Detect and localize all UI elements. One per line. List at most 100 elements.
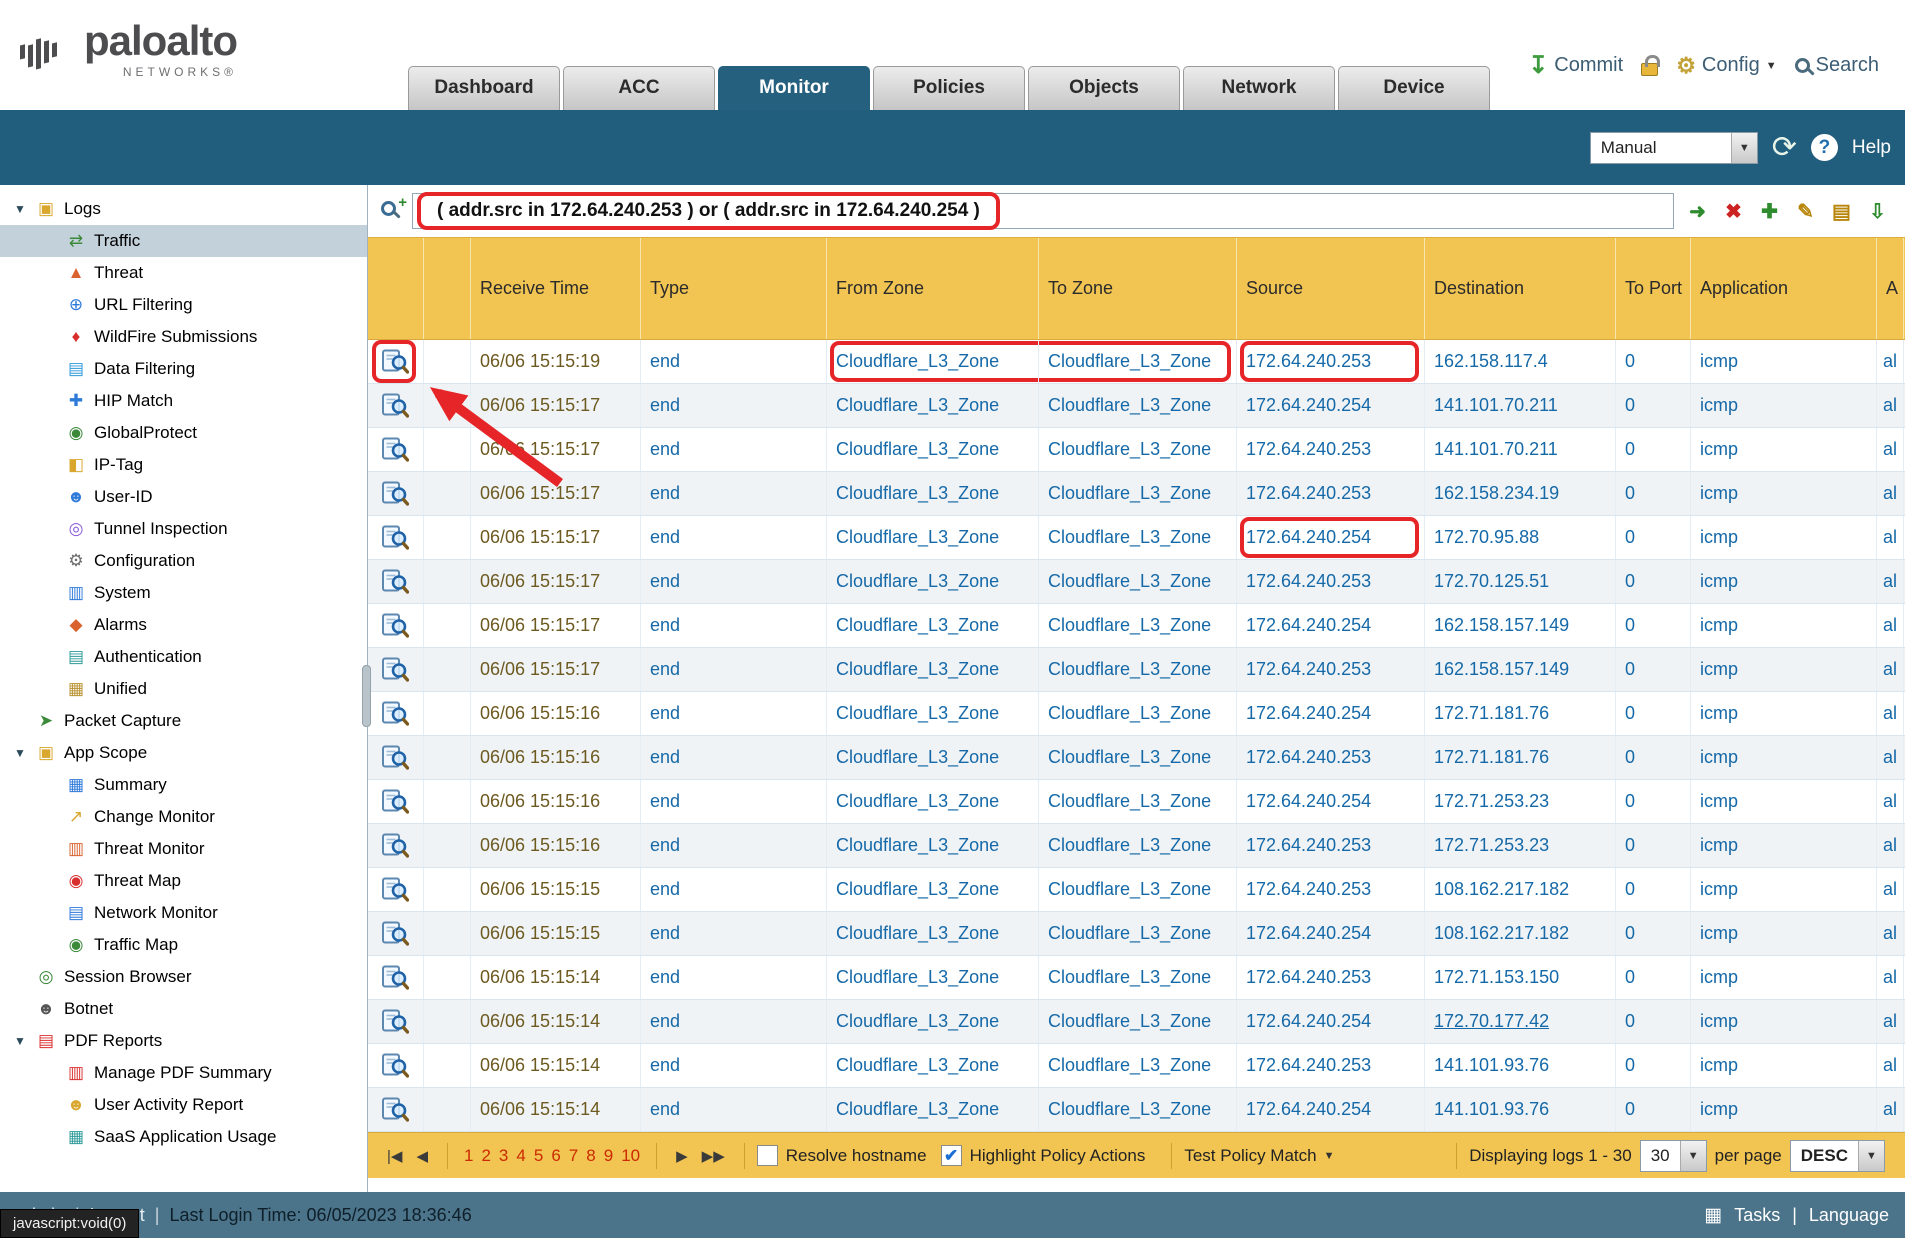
cell-to-zone[interactable]: Cloudflare_L3_Zone xyxy=(1039,472,1237,515)
tab-policies[interactable]: Policies xyxy=(873,66,1025,110)
cell-application[interactable]: icmp xyxy=(1691,868,1877,911)
log-detail-magnifier-icon[interactable] xyxy=(368,1000,424,1043)
log-detail-magnifier-icon[interactable] xyxy=(368,868,424,911)
sidebar-splitter-handle[interactable] xyxy=(362,665,371,727)
tab-network[interactable]: Network xyxy=(1183,66,1335,110)
column-header-from-zone[interactable]: From Zone xyxy=(827,238,1039,339)
cell-to-zone[interactable]: Cloudflare_L3_Zone xyxy=(1039,1044,1237,1087)
cell-from-zone[interactable]: Cloudflare_L3_Zone xyxy=(827,692,1039,735)
cell-application[interactable]: icmp xyxy=(1691,956,1877,999)
resolve-hostname-checkbox[interactable] xyxy=(757,1145,778,1166)
cell-source[interactable]: 172.64.240.253 xyxy=(1237,648,1425,691)
cell-to-port[interactable]: 0 xyxy=(1616,516,1691,559)
cell-source[interactable]: 172.64.240.254 xyxy=(1237,516,1425,559)
cell-type[interactable]: end xyxy=(641,1088,827,1131)
log-detail-magnifier-icon[interactable] xyxy=(368,956,424,999)
lock-icon[interactable] xyxy=(1641,63,1658,76)
cell-from-zone[interactable]: Cloudflare_L3_Zone xyxy=(827,824,1039,867)
cell-destination[interactable]: 108.162.217.182 xyxy=(1425,868,1616,911)
sidebar-item-traffic[interactable]: ⇄Traffic xyxy=(0,225,367,257)
cell-source[interactable]: 172.64.240.253 xyxy=(1237,736,1425,779)
cell-source[interactable]: 172.64.240.253 xyxy=(1237,340,1425,383)
cell-destination[interactable]: 172.71.181.76 xyxy=(1425,692,1616,735)
cell-application[interactable]: icmp xyxy=(1691,560,1877,603)
search-button[interactable]: Search xyxy=(1795,54,1879,77)
cell-to-port[interactable]: 0 xyxy=(1616,736,1691,779)
cell-application[interactable]: icmp xyxy=(1691,1000,1877,1043)
cell-action[interactable]: al xyxy=(1877,384,1904,427)
sidebar-item-manage-pdf-summary[interactable]: ▥Manage PDF Summary xyxy=(0,1057,367,1089)
page-number-6[interactable]: 6 xyxy=(551,1146,560,1165)
cell-destination[interactable]: 162.158.234.19 xyxy=(1425,472,1616,515)
cell-source[interactable]: 172.64.240.254 xyxy=(1237,1000,1425,1043)
cell-to-port[interactable]: 0 xyxy=(1616,340,1691,383)
log-detail-magnifier-icon[interactable] xyxy=(368,692,424,735)
sidebar-item-threat-monitor[interactable]: ▥Threat Monitor xyxy=(0,833,367,865)
cell-from-zone[interactable]: Cloudflare_L3_Zone xyxy=(827,560,1039,603)
cell-to-zone[interactable]: Cloudflare_L3_Zone xyxy=(1039,1000,1237,1043)
tab-objects[interactable]: Objects xyxy=(1028,66,1180,110)
tab-monitor[interactable]: Monitor xyxy=(718,66,870,110)
refresh-icon[interactable]: ⟳ xyxy=(1772,133,1797,163)
sort-order-select[interactable]: DESC ▼ xyxy=(1790,1140,1885,1172)
log-detail-magnifier-icon[interactable] xyxy=(368,340,424,383)
cell-destination[interactable]: 172.70.177.42 xyxy=(1425,1000,1616,1043)
column-header-to-zone[interactable]: To Zone xyxy=(1039,238,1237,339)
cell-application[interactable]: icmp xyxy=(1691,780,1877,823)
sidebar-item-session-browser[interactable]: ◎Session Browser xyxy=(0,961,367,993)
cell-type[interactable]: end xyxy=(641,1000,827,1043)
log-detail-magnifier-icon[interactable] xyxy=(368,1044,424,1087)
cell-application[interactable]: icmp xyxy=(1691,428,1877,471)
sidebar-item-saas-application-usage[interactable]: ▦SaaS Application Usage xyxy=(0,1121,367,1153)
sidebar-item-threat[interactable]: ▲Threat xyxy=(0,257,367,289)
cell-type[interactable]: end xyxy=(641,604,827,647)
cell-source[interactable]: 172.64.240.253 xyxy=(1237,428,1425,471)
cell-from-zone[interactable]: Cloudflare_L3_Zone xyxy=(827,1088,1039,1131)
per-page-select[interactable]: 30 ▼ xyxy=(1640,1140,1707,1172)
log-detail-magnifier-icon[interactable] xyxy=(368,428,424,471)
cell-to-port[interactable]: 0 xyxy=(1616,912,1691,955)
cell-from-zone[interactable]: Cloudflare_L3_Zone xyxy=(827,648,1039,691)
cell-to-zone[interactable]: Cloudflare_L3_Zone xyxy=(1039,912,1237,955)
cell-to-port[interactable]: 0 xyxy=(1616,824,1691,867)
cell-to-port[interactable]: 0 xyxy=(1616,604,1691,647)
cell-application[interactable]: icmp xyxy=(1691,1088,1877,1131)
config-menu-button[interactable]: ⚙ Config ▼ xyxy=(1676,53,1776,79)
tab-dashboard[interactable]: Dashboard xyxy=(408,66,560,110)
expand-collapse-triangle-icon[interactable]: ▼ xyxy=(14,1034,34,1048)
cell-to-port[interactable]: 0 xyxy=(1616,472,1691,515)
cell-type[interactable]: end xyxy=(641,340,827,383)
cell-source[interactable]: 172.64.240.253 xyxy=(1237,472,1425,515)
sidebar-item-pdf-reports[interactable]: ▼▤PDF Reports xyxy=(0,1025,367,1057)
cell-from-zone[interactable]: Cloudflare_L3_Zone xyxy=(827,780,1039,823)
help-label[interactable]: Help xyxy=(1852,137,1891,159)
first-page-icon[interactable]: |◀ xyxy=(387,1147,402,1165)
page-number-2[interactable]: 2 xyxy=(481,1146,490,1165)
cell-to-zone[interactable]: Cloudflare_L3_Zone xyxy=(1039,824,1237,867)
cell-source[interactable]: 172.64.240.253 xyxy=(1237,824,1425,867)
cell-to-port[interactable]: 0 xyxy=(1616,956,1691,999)
cell-action[interactable]: al xyxy=(1877,560,1904,603)
apply-filter-icon[interactable]: ➜ xyxy=(1684,198,1711,225)
sidebar-item-tunnel-inspection[interactable]: ◎Tunnel Inspection xyxy=(0,513,367,545)
sidebar-item-ip-tag[interactable]: ◧IP-Tag xyxy=(0,449,367,481)
cell-action[interactable]: al xyxy=(1877,1044,1904,1087)
cell-application[interactable]: icmp xyxy=(1691,692,1877,735)
cell-type[interactable]: end xyxy=(641,736,827,779)
log-detail-magnifier-icon[interactable] xyxy=(368,912,424,955)
column-header-to-port[interactable]: To Port xyxy=(1616,238,1691,339)
filter-builder-icon[interactable]: ✎ xyxy=(1792,198,1819,225)
cell-application[interactable]: icmp xyxy=(1691,472,1877,515)
cell-action[interactable]: al xyxy=(1877,1000,1904,1043)
prev-page-icon[interactable]: ◀ xyxy=(416,1147,428,1165)
cell-application[interactable]: icmp xyxy=(1691,516,1877,559)
column-header-source[interactable]: Source xyxy=(1237,238,1425,339)
cell-from-zone[interactable]: Cloudflare_L3_Zone xyxy=(827,384,1039,427)
cell-destination[interactable]: 172.71.253.23 xyxy=(1425,780,1616,823)
log-detail-magnifier-icon[interactable] xyxy=(368,1088,424,1131)
language-button[interactable]: Language xyxy=(1809,1205,1889,1226)
cell-from-zone[interactable]: Cloudflare_L3_Zone xyxy=(827,1044,1039,1087)
column-header-receive-time[interactable]: Receive Time xyxy=(471,238,641,339)
cell-from-zone[interactable]: Cloudflare_L3_Zone xyxy=(827,516,1039,559)
cell-source[interactable]: 172.64.240.254 xyxy=(1237,604,1425,647)
